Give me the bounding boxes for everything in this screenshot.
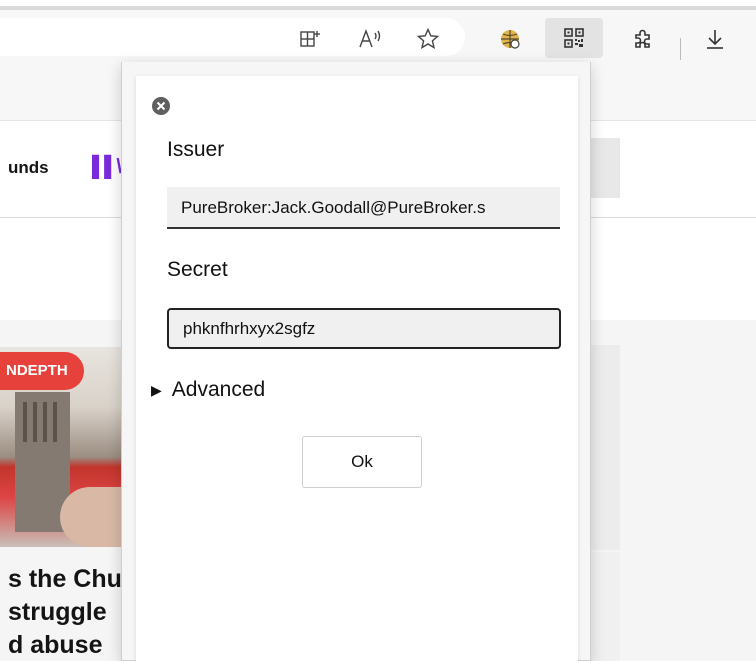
read-aloud-icon[interactable] — [355, 24, 385, 54]
headline-line-1: s the Chu — [8, 565, 122, 593]
extension-globe-icon[interactable] — [495, 24, 525, 54]
disclosure-triangle-icon: ▶ — [151, 381, 162, 398]
download-icon[interactable] — [700, 24, 730, 54]
authenticator-popup: Issuer PureBroker:Jack.Goodall@PureBroke… — [121, 62, 591, 661]
close-icon[interactable] — [152, 97, 170, 115]
hand-shape — [60, 487, 130, 547]
browser-toolbar — [0, 10, 756, 62]
article-headline[interactable]: s the Chu struggle d abuse — [8, 563, 133, 661]
headline-line-2: struggle — [8, 598, 107, 626]
favorite-star-icon[interactable] — [413, 24, 443, 54]
nav-item-text[interactable]: unds — [8, 158, 49, 178]
secret-field[interactable]: phknfhrhxyx2sgfz — [167, 308, 561, 349]
secret-label: Secret — [167, 258, 228, 281]
article-card-edge — [590, 345, 620, 550]
toolbar-separator — [680, 38, 681, 60]
nav-right-block — [590, 138, 620, 198]
window-top-strip — [0, 0, 756, 10]
headline-line-3: d abuse — [8, 631, 103, 659]
extensions-puzzle-icon[interactable] — [628, 24, 658, 54]
advanced-label: Advanced — [171, 378, 266, 401]
popup-content: Issuer PureBroker:Jack.Goodall@PureBroke… — [136, 76, 578, 661]
article-card-edge-2 — [590, 552, 620, 661]
advanced-toggle[interactable]: ▶ Advanced — [151, 378, 265, 402]
ok-button[interactable]: Ok — [302, 436, 422, 488]
in-depth-badge: NDEPTH — [0, 352, 84, 390]
sounds-logo[interactable]: ▌▌\ — [92, 156, 122, 179]
split-screen-icon[interactable] — [295, 24, 325, 54]
qr-code-icon[interactable] — [545, 18, 603, 58]
address-bar[interactable] — [0, 18, 465, 56]
issuer-label: Issuer — [167, 138, 225, 161]
issuer-field[interactable]: PureBroker:Jack.Goodall@PureBroker.s — [167, 187, 560, 229]
